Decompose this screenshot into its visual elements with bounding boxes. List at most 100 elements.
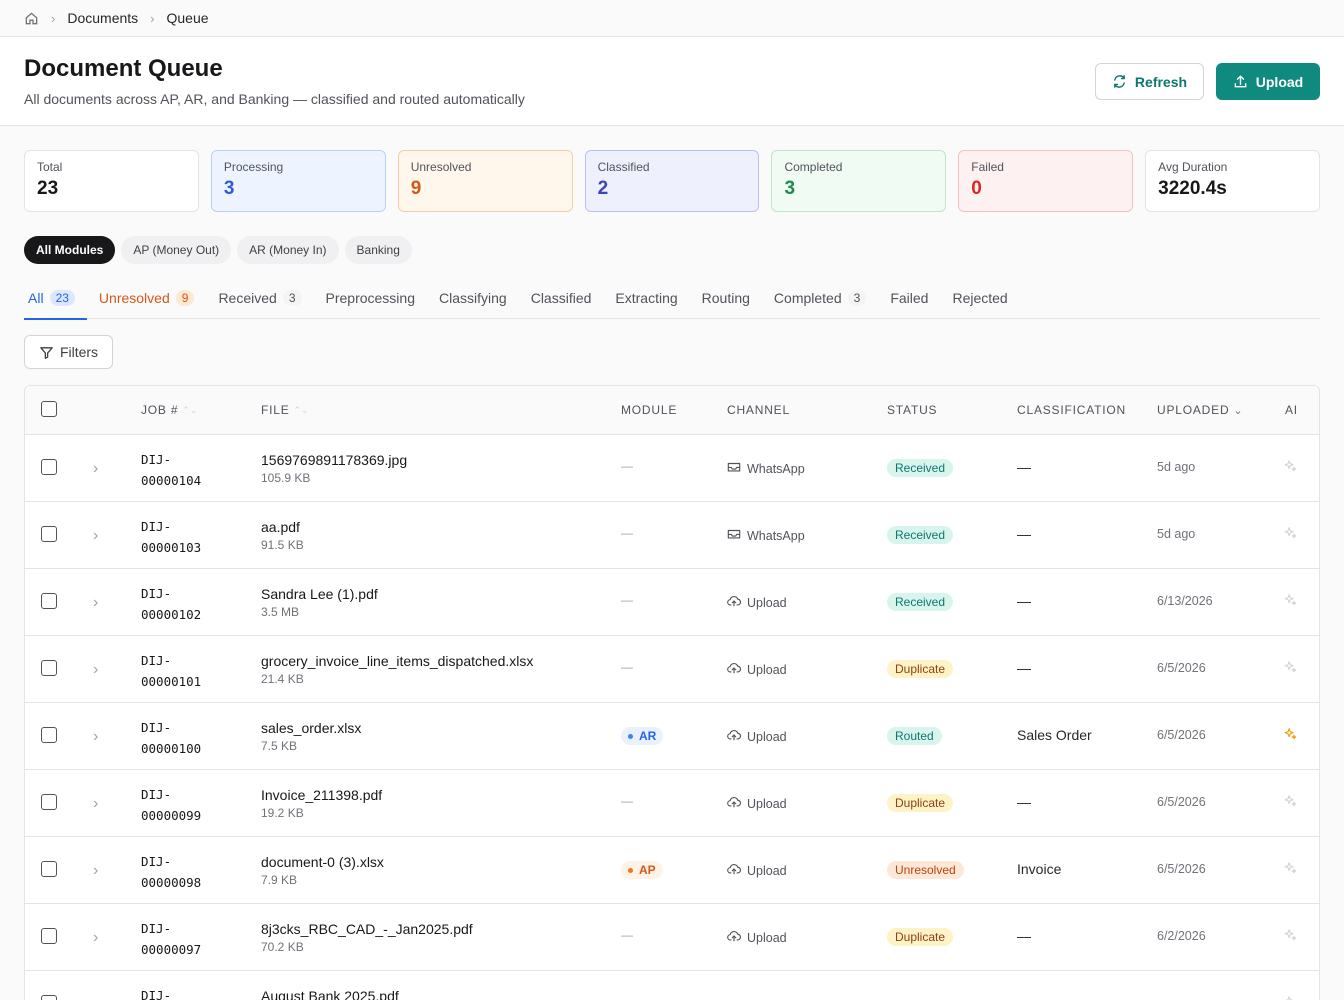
ai-sparkle-icon[interactable]	[1283, 660, 1297, 679]
upload-button[interactable]: Upload	[1216, 63, 1320, 100]
stat-value: 9	[410, 178, 422, 199]
column-file[interactable]: FILE ⌃⌄	[261, 403, 309, 417]
module-chip-ap[interactable]: AP (Money Out)	[121, 236, 232, 264]
status-badge: Unresolved	[887, 861, 964, 879]
file-cell: August Bank 2025.pdf	[261, 988, 399, 1000]
job-number: DIJ- 00000098	[141, 851, 201, 893]
table-row[interactable]: › DIJ- 00000101 grocery_invoice_line_items_…	[25, 636, 1319, 703]
filters-button[interactable]: Filters	[24, 335, 113, 369]
file-size: 3.5 MB	[261, 605, 300, 619]
tab-all[interactable]: All 23	[24, 280, 87, 320]
job-number: DIJ- 00000101	[141, 650, 201, 692]
refresh-button[interactable]: Refresh	[1095, 63, 1204, 100]
row-checkbox[interactable]	[41, 660, 57, 676]
job-prefix: DIJ-	[141, 854, 172, 869]
tab-classifying[interactable]: Classifying	[427, 280, 519, 319]
status-badge: Received	[887, 459, 954, 477]
tab-rejected[interactable]: Rejected	[940, 280, 1019, 319]
file-cell: document-0 (3).xlsx 7.9 KB	[261, 854, 384, 887]
table-row[interactable]: › DIJ- 00000102 Sandra Lee (1).pdf 3.5 MB — Up…	[25, 569, 1319, 636]
tab-label: Rejected	[952, 290, 1008, 306]
job-id: 00000102	[141, 607, 202, 622]
expand-chevron-icon[interactable]: ›	[93, 795, 98, 813]
ai-sparkle-icon[interactable]	[1283, 459, 1297, 478]
tab-received[interactable]: Received 3	[206, 280, 313, 319]
table-row[interactable]: › DIJ- 00000099 Invoice_211398.pdf 19.2 KB — U…	[25, 770, 1319, 837]
channel-label: Upload	[747, 863, 787, 878]
select-all-checkbox[interactable]	[41, 401, 57, 417]
status-badge: Duplicate	[887, 794, 954, 812]
tab-routing[interactable]: Routing	[690, 280, 762, 319]
status-badge: Received	[887, 526, 954, 544]
column-job[interactable]: JOB # ⌃⌄	[141, 403, 197, 417]
table-row[interactable]: › DIJ- 00000100 sales_order.xlsx 7.5 KB AR Upl…	[25, 703, 1319, 770]
row-checkbox[interactable]	[41, 459, 57, 475]
stat-classified: Classified 2	[584, 150, 760, 212]
table-row[interactable]: › DIJ- 00000103 aa.pdf 91.5 KB — WhatsApp Recei…	[25, 502, 1319, 569]
module-chip-ar[interactable]: AR (Money In)	[237, 236, 339, 264]
chevron-right-icon: ›	[51, 10, 56, 26]
table-row[interactable]: › DIJ- 00000104 1569769891178369.jpg 105.9 K…	[25, 435, 1319, 502]
page-title: Document Queue	[24, 55, 223, 82]
status-cell: Routed	[887, 727, 942, 745]
row-checkbox[interactable]	[41, 928, 57, 944]
expand-chevron-icon[interactable]: ›	[93, 929, 98, 947]
column-classification: CLASSIFICATION	[1017, 403, 1126, 417]
classification-cell: —	[1017, 459, 1031, 475]
file-cell: sales_order.xlsx 7.5 KB	[261, 720, 361, 753]
classification-cell: Sales Order	[1017, 727, 1092, 743]
tab-preprocessing[interactable]: Preprocessing	[314, 280, 428, 319]
breadcrumb-documents[interactable]: Documents	[67, 10, 138, 26]
stat-label: Avg Duration	[1158, 160, 1228, 174]
column-uploaded[interactable]: UPLOADED ⌄	[1157, 403, 1243, 417]
row-checkbox[interactable]	[41, 794, 57, 810]
home-icon[interactable]	[24, 11, 39, 26]
stat-value: 3	[784, 178, 796, 199]
row-checkbox[interactable]	[41, 995, 57, 1000]
module-chip-banking[interactable]: Banking	[344, 236, 412, 264]
table-row[interactable]: › DIJ- 00000098 document-0 (3).xlsx 7.9 KB AP…	[25, 837, 1319, 904]
channel-cell: WhatsApp	[727, 527, 805, 544]
tab-classified[interactable]: Classified	[519, 280, 604, 319]
expand-chevron-icon[interactable]: ›	[93, 996, 98, 1000]
expand-chevron-icon[interactable]: ›	[93, 594, 98, 612]
tab-extracting[interactable]: Extracting	[603, 280, 689, 319]
module-filter: All Modules AP (Money Out) AR (Money In)…	[24, 236, 412, 264]
table-row[interactable]: › DIJ- August Bank 2025.pdf	[25, 971, 1319, 1000]
tab-failed[interactable]: Failed	[878, 280, 940, 319]
file-name: document-0 (3).xlsx	[261, 854, 384, 870]
breadcrumb-queue: Queue	[166, 10, 209, 26]
status-cell: Duplicate	[887, 928, 954, 946]
file-name: Sandra Lee (1).pdf	[261, 586, 378, 602]
file-size: 19.2 KB	[261, 806, 304, 820]
ai-sparkle-icon[interactable]	[1283, 526, 1297, 545]
row-checkbox[interactable]	[41, 526, 57, 542]
tab-unresolved[interactable]: Unresolved 9	[87, 280, 207, 319]
expand-chevron-icon[interactable]: ›	[93, 460, 98, 478]
row-checkbox[interactable]	[41, 593, 57, 609]
cloud-upload-icon	[727, 795, 742, 812]
module-cell: —	[621, 794, 633, 808]
column-label: FILE	[261, 403, 290, 417]
stat-completed: Completed 3	[771, 150, 947, 212]
table-row[interactable]: › DIJ- 00000097 8j3cks_RBC_CAD_-_Jan2025.pd…	[25, 904, 1319, 971]
ai-sparkle-icon[interactable]	[1283, 861, 1297, 880]
column-status: STATUS	[887, 403, 937, 417]
ai-sparkle-icon[interactable]	[1283, 794, 1297, 813]
expand-chevron-icon[interactable]: ›	[93, 862, 98, 880]
expand-chevron-icon[interactable]: ›	[93, 661, 98, 679]
tab-count: 3	[282, 290, 302, 306]
filters-label: Filters	[59, 344, 99, 360]
ai-sparkle-icon[interactable]	[1283, 995, 1297, 1000]
channel-label: Upload	[747, 930, 787, 945]
expand-chevron-icon[interactable]: ›	[93, 728, 98, 746]
classification-cell: —	[1017, 928, 1031, 944]
row-checkbox[interactable]	[41, 727, 57, 743]
expand-chevron-icon[interactable]: ›	[93, 527, 98, 545]
module-chip-all[interactable]: All Modules	[24, 236, 116, 264]
ai-sparkle-icon[interactable]	[1283, 727, 1297, 746]
ai-sparkle-icon[interactable]	[1283, 928, 1297, 947]
row-checkbox[interactable]	[41, 861, 57, 877]
ai-sparkle-icon[interactable]	[1283, 593, 1297, 612]
tab-completed[interactable]: Completed 3	[762, 280, 878, 319]
